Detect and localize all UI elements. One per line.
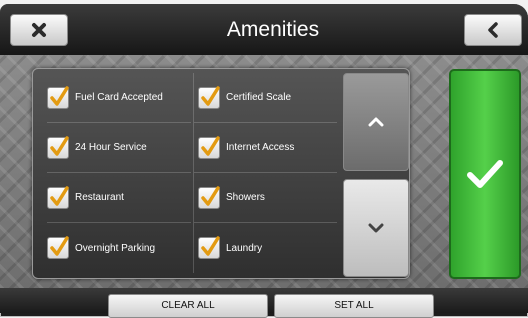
amenity-overnight-parking[interactable]: Overnight Parking (47, 223, 191, 273)
amenity-label: 24 Hour Service (75, 142, 147, 153)
amenity-label: Restaurant (75, 192, 124, 203)
clear-all-button[interactable]: CLEAR ALL (108, 294, 268, 318)
checkmark-icon (467, 160, 503, 188)
amenity-certified-scale[interactable]: Certified Scale (193, 73, 337, 123)
amenities-list-panel: Fuel Card Accepted 24 Hour Service Resta… (32, 68, 410, 279)
amenity-label: Fuel Card Accepted (75, 92, 163, 103)
amenity-label: Overnight Parking (75, 242, 156, 254)
page-title: Amenities (226, 18, 320, 41)
amenity-label: Showers (226, 192, 265, 203)
amenity-fuel-card-accepted[interactable]: Fuel Card Accepted (47, 73, 191, 123)
chevron-up-icon (368, 117, 384, 127)
back-button[interactable] (464, 14, 522, 46)
checkbox-checked-icon[interactable] (198, 185, 220, 209)
amenity-restaurant[interactable]: Restaurant (47, 173, 191, 223)
checkbox-checked-icon[interactable] (198, 236, 220, 259)
close-button[interactable] (10, 14, 68, 46)
amenity-label: Laundry (226, 242, 263, 254)
checkbox-checked-icon[interactable] (47, 236, 69, 259)
amenity-label: Certified Scale (226, 92, 292, 103)
checkbox-checked-icon[interactable] (47, 85, 69, 109)
checkbox-checked-icon[interactable] (198, 135, 220, 159)
scroll-down-button[interactable] (343, 179, 409, 277)
checkbox-checked-icon[interactable] (198, 85, 220, 109)
amenity-laundry[interactable]: Laundry (193, 223, 337, 273)
checkbox-checked-icon[interactable] (47, 185, 69, 209)
chevron-left-icon (488, 22, 498, 38)
amenity-label: Internet Access (226, 142, 295, 153)
chevron-down-icon (368, 223, 384, 233)
checkbox-checked-icon[interactable] (47, 135, 69, 159)
scroll-up-button[interactable] (343, 73, 409, 171)
close-icon (32, 23, 46, 37)
title-bar: Amenities (0, 4, 528, 59)
amenity-internet-access[interactable]: Internet Access (193, 123, 337, 173)
amenity-showers[interactable]: Showers (193, 173, 337, 223)
set-all-button[interactable]: SET ALL (274, 294, 434, 318)
confirm-button[interactable] (449, 69, 521, 279)
amenity-24-hour-service[interactable]: 24 Hour Service (47, 123, 191, 173)
